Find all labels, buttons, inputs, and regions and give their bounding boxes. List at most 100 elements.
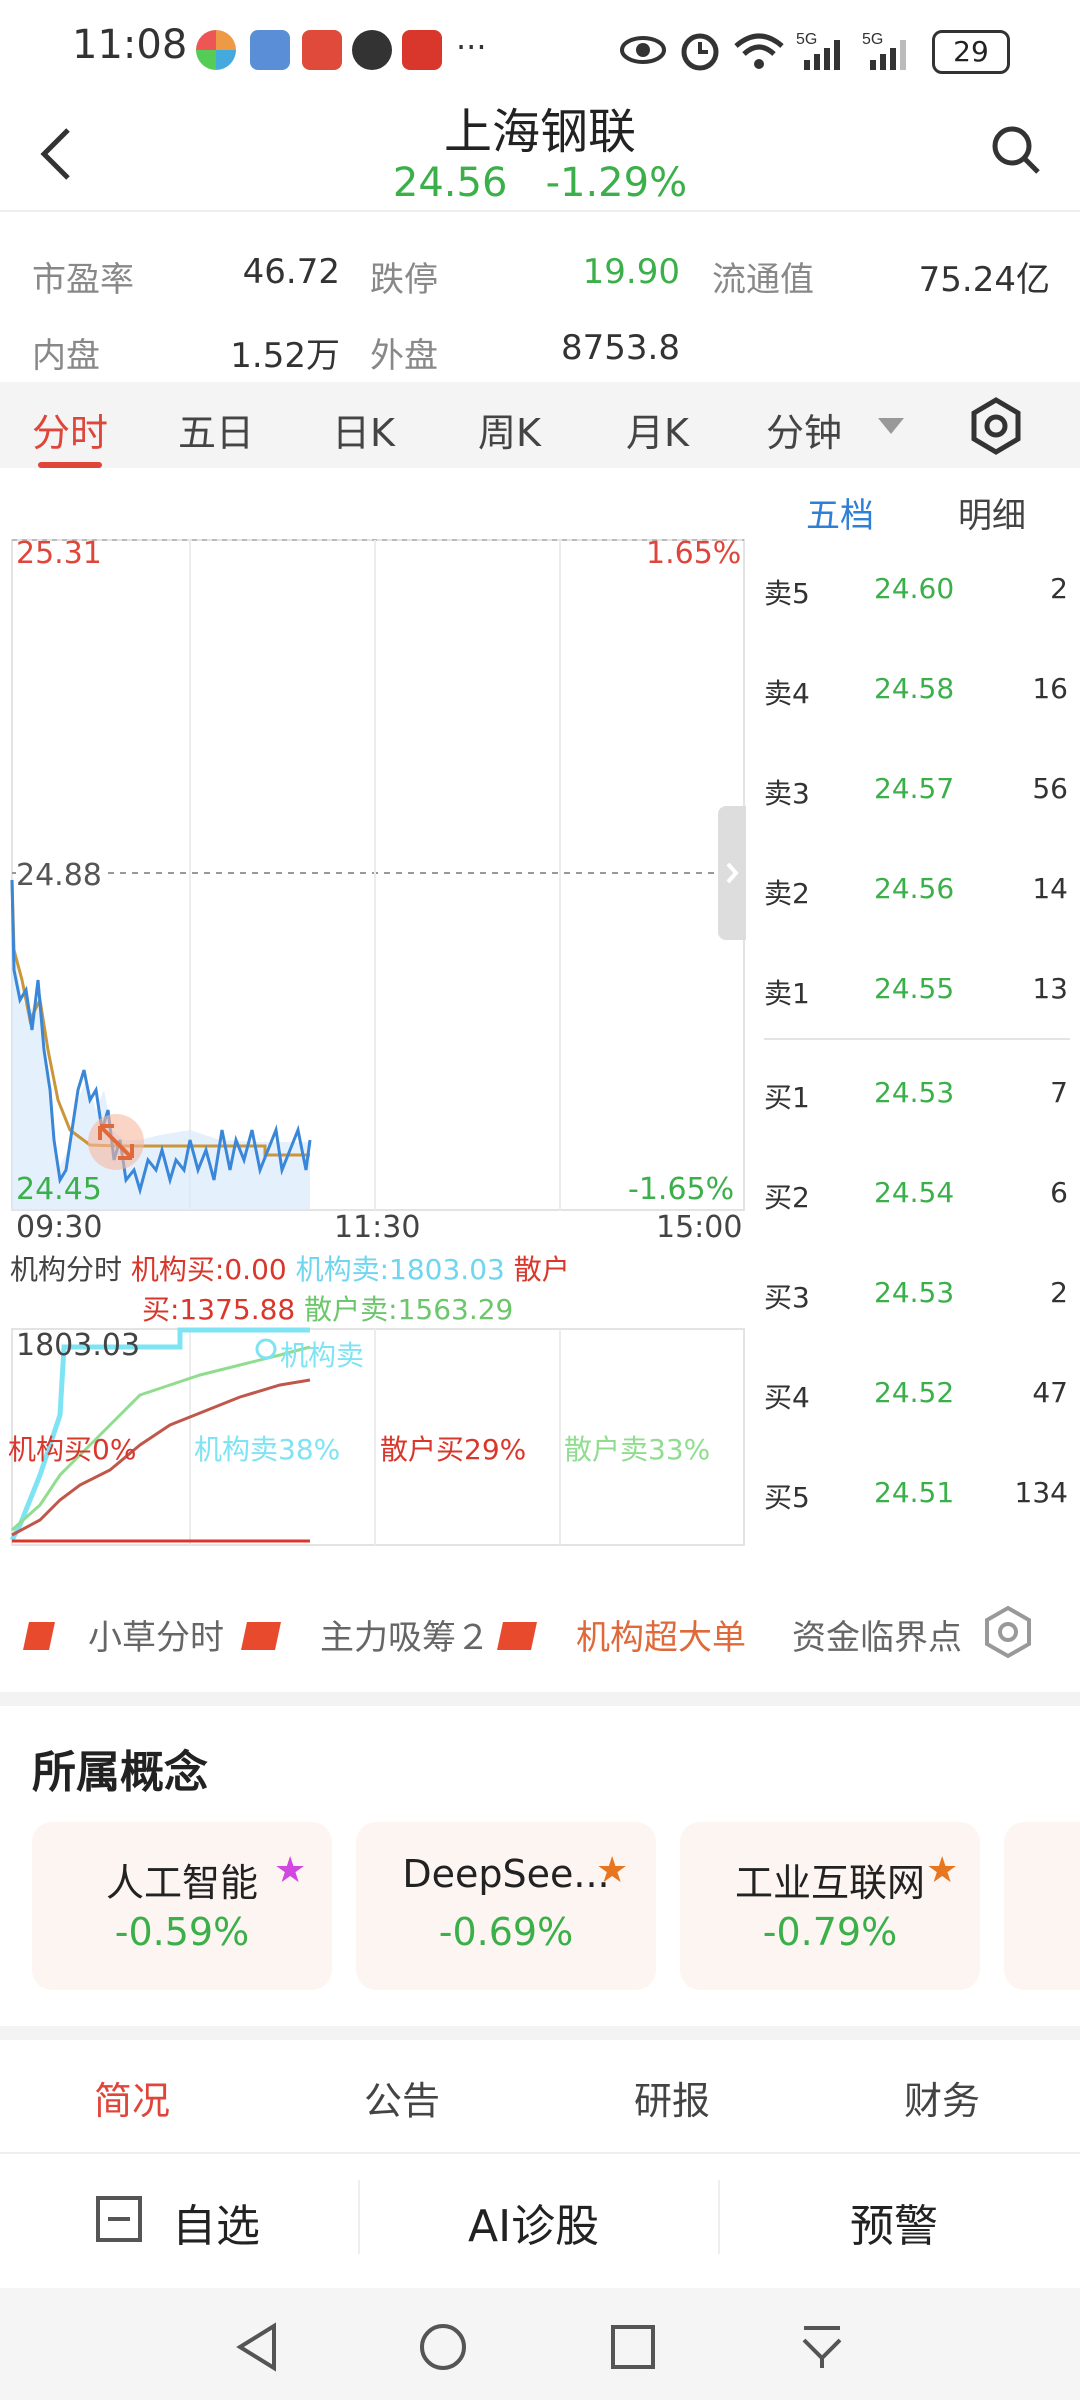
flow-pct-retail-buy: 散户买29% [380,1433,527,1466]
indicator-xiaocao[interactable]: 小草分时 [88,1610,224,1659]
ask-row[interactable]: 卖2 24.56 14 [764,862,1080,922]
eye-icon [620,36,666,64]
level-volume: 7 [1050,1076,1068,1109]
chart-prev-close: 24.88 [16,858,102,893]
chart-low-price: 24.45 [16,1172,102,1207]
flow-inst-sell: 机构卖:1803.03 [295,1253,505,1286]
settings-icon[interactable] [966,396,1026,456]
level-price: 24.51 [874,1476,955,1509]
bid-row[interactable]: 买5 24.51 134 [764,1466,1080,1526]
indicator-institution-big-order[interactable]: 机构超大单 [576,1610,746,1659]
indicator-fund-threshold[interactable]: 资金临界点 [792,1610,962,1659]
nav-back-icon[interactable] [234,2322,278,2372]
level-price: 24.55 [874,972,955,1005]
level-price: 24.53 [874,1276,955,1309]
flow-pct-retail-sell: 散户卖33% [564,1433,711,1466]
concept-change: -0.59% [114,1910,250,1954]
level-label: 买1 [764,1081,810,1114]
app-icon [196,30,236,70]
concept-change: -0.69% [438,1910,574,1954]
star-icon: ★ [274,1850,307,1891]
level-label: 卖5 [764,577,810,610]
level-label: 买2 [764,1181,810,1214]
ask-row[interactable]: 卖3 24.57 56 [764,762,1080,822]
level-price: 24.60 [874,572,955,605]
time-label: 09:30 [16,1210,103,1245]
tab-trade-detail[interactable]: 明细 [958,488,1026,537]
stat-label: 市盈率 [32,260,134,300]
flow-title: 机构分时 [10,1253,123,1286]
star-icon: ★ [596,1850,629,1891]
ai-diagnosis-button[interactable]: AI诊股 [468,2190,599,2254]
chevron-down-icon[interactable] [878,418,904,436]
ask-row[interactable]: 卖1 24.55 13 [764,962,1080,1022]
tab-monthly-k[interactable]: 月K [626,402,689,457]
level-volume: 2 [1050,1276,1068,1309]
indicator-settings-icon[interactable] [980,1604,1036,1660]
ask-row[interactable]: 卖5 24.60 2 [764,562,1080,622]
level-volume: 2 [1050,572,1068,605]
concept-card[interactable]: 工业互联网 -0.79% ★ [680,1822,980,1990]
indicator-main-force[interactable]: 主力吸筹２ [320,1610,490,1659]
level-price: 24.58 [874,672,955,705]
chart-high-price: 25.31 [16,536,102,571]
flow-legend-inst-sell: 机构卖 [280,1339,365,1372]
nav-recents-icon[interactable] [610,2324,656,2370]
stock-quote: 24.56 -1.29% [0,160,1080,206]
tab-research[interactable]: 研报 [634,2070,710,2125]
tab-intraday[interactable]: 分时 [32,402,108,457]
svg-text:5G: 5G [796,31,817,48]
tab-weekly-k[interactable]: 周K [478,402,541,457]
watchlist-button[interactable]: 自选 [172,2190,260,2254]
concept-card-partial[interactable] [1004,1822,1080,1990]
status-bar: 11:08 ··· 5G 5G 29 [0,0,1080,100]
divider [0,210,1080,212]
tab-profile[interactable]: 简况 [94,2070,170,2125]
tab-announcements[interactable]: 公告 [364,2070,440,2125]
bid-row[interactable]: 买2 24.54 6 [764,1166,1080,1226]
tab-minute[interactable]: 分钟 [766,402,842,457]
concept-card[interactable]: 人工智能 -0.59% ★ [32,1822,332,1990]
level-price: 24.57 [874,772,955,805]
tab-finance[interactable]: 财务 [904,2070,980,2125]
level-label: 卖2 [764,877,810,910]
chart-low-pct: -1.65% [628,1172,735,1207]
bid-row[interactable]: 买4 24.52 47 [764,1366,1080,1426]
tab-order-book[interactable]: 五档 [806,488,874,537]
concept-change: -0.79% [762,1910,898,1954]
orderbook-collapse-handle[interactable] [718,806,746,940]
status-time: 11:08 [72,22,188,68]
divider [358,2180,360,2254]
flow-inst-buy: 机构买:0.00 [130,1253,287,1286]
section-gap [0,1692,1080,1706]
level-label: 卖1 [764,977,810,1010]
flow-pct-inst-sell: 机构卖38% [194,1433,341,1466]
bid-row[interactable]: 买3 24.53 2 [764,1266,1080,1326]
stat-value: 46.72 [242,252,340,292]
ask-row[interactable]: 卖4 24.58 16 [764,662,1080,722]
level-price: 24.54 [874,1176,955,1209]
more-icon: ··· [456,28,487,66]
tab-daily-k[interactable]: 日K [332,402,395,457]
tab-five-day[interactable]: 五日 [178,402,254,457]
concept-card[interactable]: DeepSee... -0.69% ★ [356,1822,656,1990]
svg-text:5G: 5G [862,31,883,48]
level-price: 24.56 [874,872,955,905]
system-nav-bar [0,2288,1080,2400]
bid-row[interactable]: 买1 24.53 7 [764,1066,1080,1126]
signal-icon: 5G [796,31,840,70]
alert-button[interactable]: 预警 [850,2190,938,2254]
indicator-badge-icon [497,1622,537,1650]
stat-value: 19.90 [582,252,680,292]
star-icon: ★ [926,1850,959,1891]
nav-drawer-icon[interactable] [800,2322,844,2372]
stat-label: 跌停 [370,260,438,300]
level-volume: 134 [1014,1476,1068,1509]
nav-home-icon[interactable] [418,2322,468,2372]
watchlist-minus-icon[interactable] [96,2196,142,2242]
stat-label: 内盘 [32,336,100,376]
section-gap [0,2026,1080,2040]
search-icon[interactable] [990,122,1042,178]
battery-level: 29 [953,35,989,68]
level-price: 24.53 [874,1076,955,1109]
